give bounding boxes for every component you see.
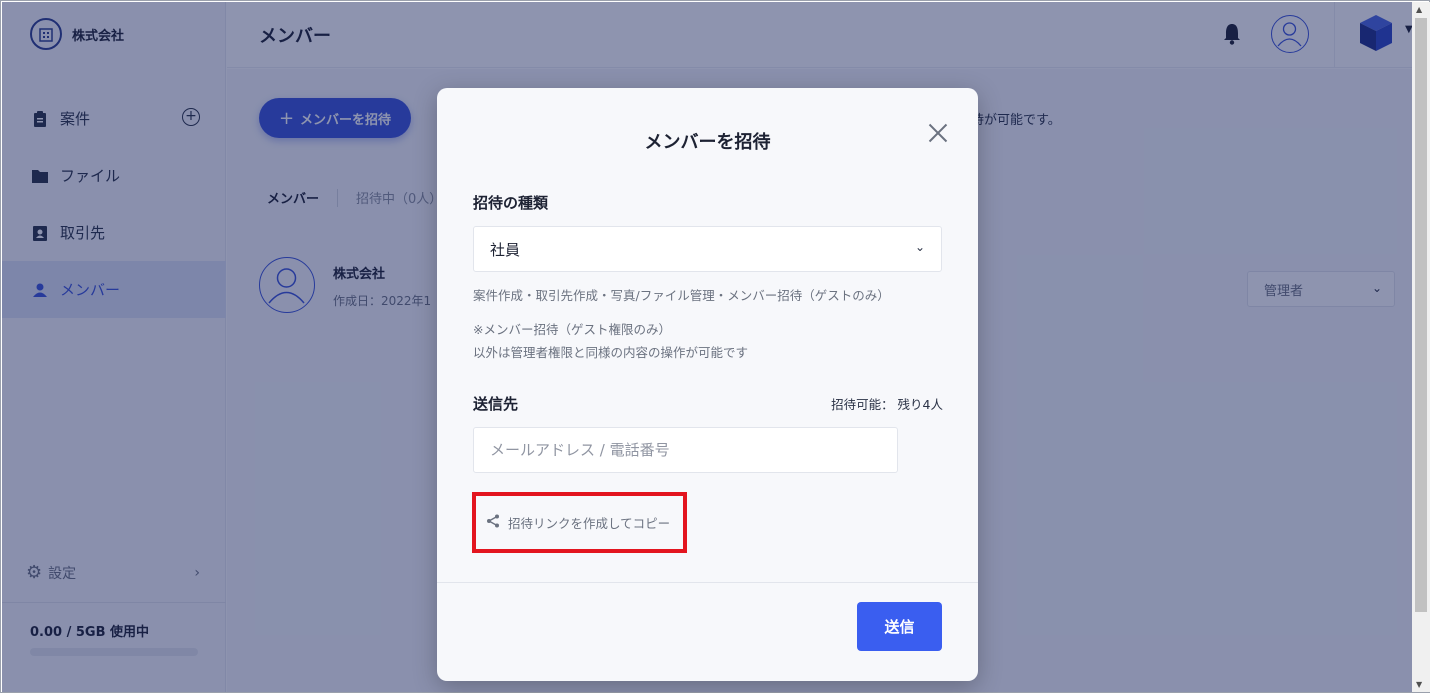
invite-quota: 招待可能： 残り4人	[831, 397, 943, 412]
copy-invite-link-label: 招待リンクを作成してコピー	[508, 516, 671, 531]
invite-type-label: 招待の種類	[473, 194, 549, 212]
modal-title: メンバーを招待	[644, 132, 771, 153]
recipient-input[interactable]	[473, 427, 898, 473]
invite-type-select[interactable]: 社員 ⌄	[473, 226, 942, 272]
scroll-up-icon[interactable]: ▲	[1416, 5, 1422, 14]
chevron-down-icon: ⌄	[914, 240, 925, 254]
send-button[interactable]: 送信	[857, 602, 942, 651]
copy-invite-link-button[interactable]: 招待リンクを作成してコピー	[472, 492, 687, 553]
app-window: 株式会社 案件 + ファイル 取引先 メンバー ⚙ 設定 › 0.00 / 5G…	[0, 0, 1430, 693]
invite-type-value: 社員	[490, 240, 521, 259]
scrollbar[interactable]: ▲ ▼	[1412, 2, 1430, 692]
invite-modal: メンバーを招待 招待の種類 社員 ⌄ 案件作成・取引先作成・写真/ファイル管理・…	[437, 88, 978, 681]
permission-note: 以外は管理者権限と同様の内容の操作が可能です	[473, 345, 749, 360]
invite-type-description: 案件作成・取引先作成・写真/ファイル管理・メンバー招待（ゲストのみ）	[473, 288, 890, 303]
divider	[437, 582, 978, 583]
recipient-label: 送信先	[473, 395, 519, 413]
scroll-down-icon[interactable]: ▼	[1416, 680, 1422, 689]
scroll-thumb[interactable]	[1415, 18, 1427, 612]
permission-note: ※メンバー招待（ゲスト権限のみ）	[473, 322, 671, 337]
share-icon	[486, 514, 500, 531]
close-icon[interactable]	[927, 122, 949, 144]
